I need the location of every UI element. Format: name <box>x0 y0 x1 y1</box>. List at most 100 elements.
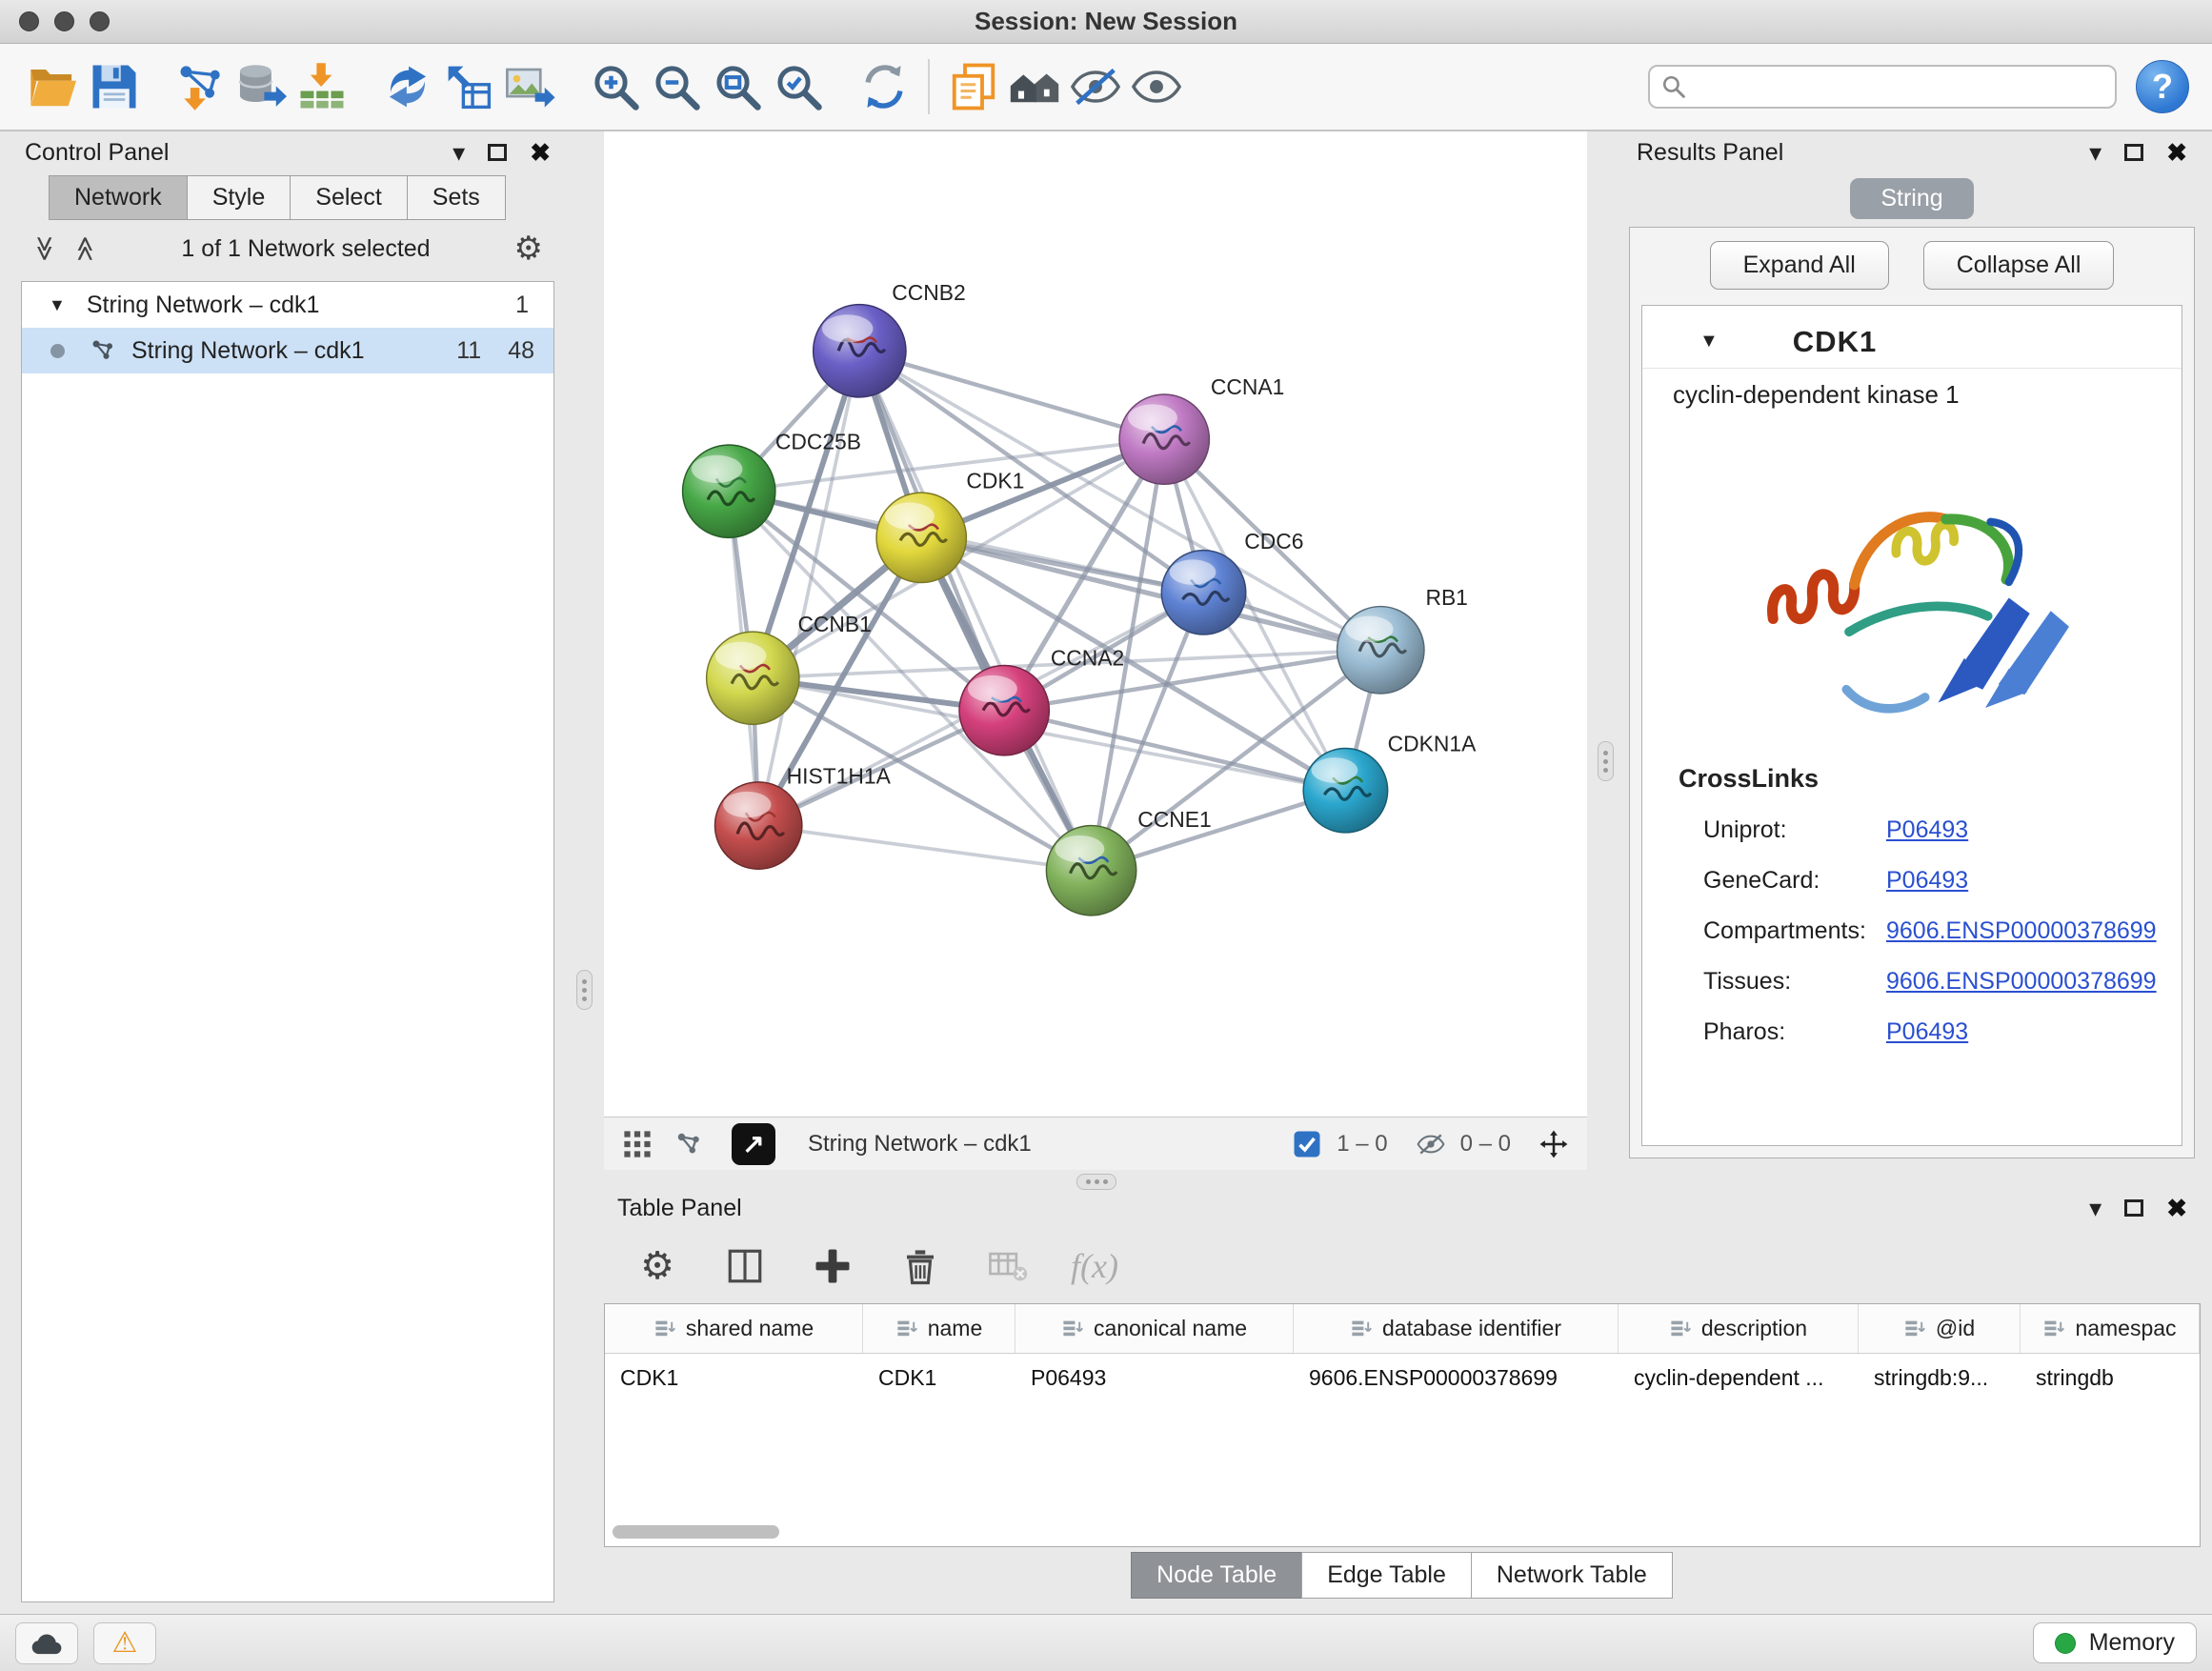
column-header-id[interactable]: @id <box>1859 1304 2021 1353</box>
splitter-handle[interactable] <box>1076 1174 1116 1190</box>
crosslink-label: GeneCard: <box>1703 867 1886 895</box>
network-edge[interactable] <box>859 351 1164 439</box>
column-header-database-identifier[interactable]: database identifier <box>1294 1304 1619 1353</box>
network-options-gear-icon[interactable]: ⚙ <box>514 232 543 265</box>
tab-sets[interactable]: Sets <box>407 175 506 220</box>
crosslink-link[interactable]: P06493 <box>1886 816 1968 844</box>
network-node-label: CDK1 <box>966 469 1024 493</box>
tab-string-results[interactable]: String <box>1850 178 1973 219</box>
cloud-status-button[interactable] <box>15 1622 78 1664</box>
function-builder-icon[interactable]: f(x) <box>1071 1246 1118 1286</box>
close-panel-icon[interactable]: ✖ <box>530 140 551 165</box>
network-canvas[interactable]: CCNB2CCNA1CDC25BCDK1CDC6RB1CCNB1CCNA2CDK… <box>604 131 1587 1117</box>
duplicate-window-icon[interactable] <box>943 56 1004 117</box>
grid-view-icon[interactable] <box>621 1128 654 1160</box>
gene-collapse-caret-icon[interactable]: ▼ <box>1699 331 1719 352</box>
crosslink-link[interactable]: 9606.ENSP00000378699 <box>1886 917 2157 945</box>
tab-network[interactable]: Network <box>49 175 188 220</box>
column-header-description[interactable]: description <box>1619 1304 1859 1353</box>
horizontal-scrollbar[interactable] <box>613 1525 2192 1540</box>
crosslink-label: Pharos: <box>1703 1018 1886 1046</box>
warnings-button[interactable]: ⚠ <box>93 1622 156 1664</box>
network-collection-row[interactable]: ▼ String Network – cdk1 1 <box>22 282 553 328</box>
delete-table-icon[interactable] <box>983 1241 1033 1291</box>
collapse-panel-icon[interactable]: ▾ <box>452 140 465 165</box>
network-row[interactable]: String Network – cdk1 11 48 <box>22 328 553 373</box>
selected-checkbox-icon[interactable] <box>1291 1128 1323 1160</box>
collapse-all-button[interactable]: Collapse All <box>1923 241 2115 290</box>
zoom-out-icon[interactable] <box>646 56 707 117</box>
float-panel-icon[interactable] <box>488 144 507 161</box>
open-session-icon[interactable] <box>23 56 84 117</box>
crosslink-link[interactable]: P06493 <box>1886 1018 1968 1046</box>
tab-node-table[interactable]: Node Table <box>1131 1552 1302 1599</box>
node-gloss-highlight <box>1312 757 1358 783</box>
hide-annotations-icon[interactable] <box>1065 56 1126 117</box>
create-column-icon[interactable] <box>808 1241 857 1291</box>
import-table-from-file-icon[interactable] <box>292 56 352 117</box>
import-network-from-file-icon[interactable] <box>170 56 231 117</box>
import-network-from-database-icon[interactable] <box>231 56 292 117</box>
tab-network-table[interactable]: Network Table <box>1471 1552 1673 1599</box>
splitter-handle[interactable] <box>1598 741 1614 781</box>
tab-select[interactable]: Select <box>290 175 407 220</box>
protein-structure-image <box>1721 425 2102 739</box>
column-header-namespace[interactable]: namespac <box>2021 1304 2200 1353</box>
node-gloss-highlight <box>1170 559 1217 585</box>
column-header-canonical-name[interactable]: canonical name <box>1016 1304 1294 1353</box>
zoom-window-button[interactable] <box>90 11 110 31</box>
table-row[interactable]: CDK1 CDK1 P06493 9606.ENSP00000378699 cy… <box>605 1354 2200 1401</box>
delete-column-icon[interactable] <box>895 1241 945 1291</box>
zoom-selected-icon[interactable] <box>768 56 829 117</box>
gene-header[interactable]: ▼ CDK1 <box>1642 315 2182 369</box>
expand-all-networks-icon[interactable]: ≫ <box>72 235 97 261</box>
cell-database-identifier: 9606.ENSP00000378699 <box>1294 1354 1619 1401</box>
export-image-icon[interactable] <box>499 56 560 117</box>
table-options-gear-icon[interactable]: ⚙ <box>633 1241 682 1291</box>
close-panel-icon[interactable]: ✖ <box>2166 1196 2187 1220</box>
node-gloss-highlight <box>715 642 767 670</box>
cell-shared-name: CDK1 <box>605 1354 863 1401</box>
save-session-icon[interactable] <box>84 56 145 117</box>
splitter-handle[interactable] <box>576 970 593 1010</box>
crosslink-label: Compartments: <box>1703 917 1886 945</box>
column-header-shared-name[interactable]: shared name <box>605 1304 863 1353</box>
close-panel-icon[interactable]: ✖ <box>2166 140 2187 165</box>
refresh-icon[interactable] <box>854 56 915 117</box>
collapse-all-networks-icon[interactable]: ≫ <box>33 235 58 261</box>
show-annotations-icon[interactable] <box>1126 56 1187 117</box>
zoom-fit-icon[interactable] <box>707 56 768 117</box>
close-window-button[interactable] <box>19 11 39 31</box>
expand-all-button[interactable]: Expand All <box>1710 241 1889 290</box>
crosslink-link[interactable]: P06493 <box>1886 867 1968 895</box>
float-panel-icon[interactable] <box>2124 144 2143 161</box>
scrollbar-thumb[interactable] <box>613 1525 779 1539</box>
search-input[interactable] <box>1696 73 2103 100</box>
collapse-panel-icon[interactable]: ▾ <box>2089 140 2101 165</box>
zoom-in-icon[interactable] <box>585 56 646 117</box>
new-network-icon[interactable] <box>377 56 438 117</box>
birdseye-view-icon[interactable] <box>1004 56 1065 117</box>
tab-edge-table[interactable]: Edge Table <box>1301 1552 1472 1599</box>
show-columns-icon[interactable] <box>720 1241 770 1291</box>
network-edge[interactable] <box>859 351 1091 870</box>
column-header-name[interactable]: name <box>863 1304 1016 1353</box>
crosslink-link[interactable]: 9606.ENSP00000378699 <box>1886 968 2157 996</box>
float-panel-icon[interactable] <box>2124 1199 2143 1217</box>
network-edge[interactable] <box>1004 711 1345 791</box>
memory-button[interactable]: Memory <box>2033 1622 2197 1663</box>
help-button[interactable]: ? <box>2136 60 2189 113</box>
hidden-eye-icon[interactable] <box>1415 1128 1447 1160</box>
network-edge[interactable] <box>758 351 859 825</box>
detach-view-button[interactable]: ↗ <box>732 1123 775 1165</box>
cell-namespace: stringdb <box>2021 1354 2200 1401</box>
collapse-panel-icon[interactable]: ▾ <box>2089 1196 2101 1220</box>
network-edge[interactable] <box>758 826 1091 871</box>
tree-expand-caret-icon[interactable]: ▼ <box>49 295 66 315</box>
minimize-window-button[interactable] <box>54 11 74 31</box>
network-overview-icon[interactable] <box>673 1128 705 1160</box>
tab-style[interactable]: Style <box>187 175 292 220</box>
new-table-icon[interactable] <box>438 56 499 117</box>
pan-crosshair-icon[interactable] <box>1538 1128 1570 1160</box>
network-graph[interactable]: CCNB2CCNA1CDC25BCDK1CDC6RB1CCNB1CCNA2CDK… <box>604 131 1587 1117</box>
